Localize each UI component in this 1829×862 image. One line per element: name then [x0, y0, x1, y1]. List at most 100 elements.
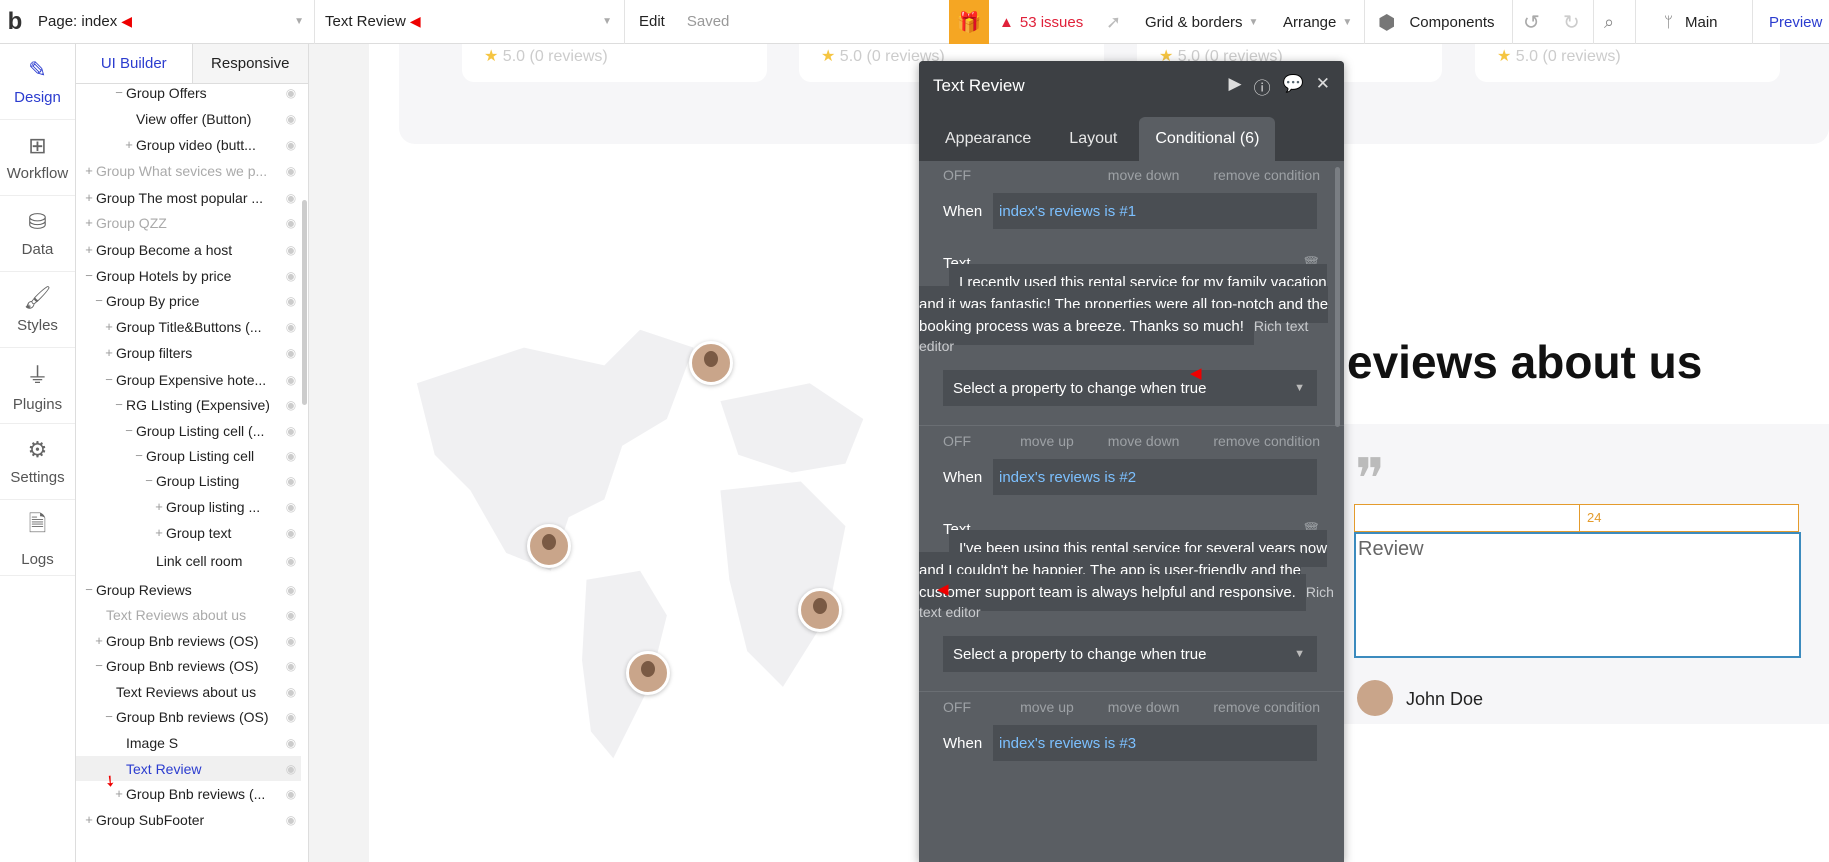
collapse-icon[interactable]: − [114, 85, 124, 100]
play-icon[interactable]: ▶ [1229, 74, 1242, 99]
tree-row[interactable]: − Group Listing ◉ [76, 468, 301, 493]
collapse-icon[interactable]: − [94, 293, 104, 308]
tree-row[interactable]: Text Reviews about us ◉ [76, 679, 301, 704]
eye-icon[interactable]: ◉ [281, 659, 301, 673]
nav-design[interactable]: ✎ Design [0, 44, 75, 120]
condition-toggle[interactable]: OFF [943, 433, 971, 449]
tree-row[interactable]: + Group video (butt... ◉ [76, 132, 301, 157]
tab-layout[interactable]: Layout [1053, 117, 1133, 161]
tree-row[interactable]: + Group Become a host ◉ [76, 237, 301, 262]
image-s-element[interactable]: 24 [1354, 504, 1799, 532]
tree-row[interactable]: + Group listing ... ◉ [76, 494, 301, 519]
expand-icon[interactable]: + [84, 215, 94, 230]
comment-icon[interactable]: 💬 [1283, 74, 1304, 99]
element-selector[interactable]: Text Review ◀ ▼ [315, 0, 625, 44]
expand-icon[interactable]: + [104, 319, 114, 334]
collapse-icon[interactable]: − [94, 658, 104, 673]
nav-plugins[interactable]: ⏚ Plugins [0, 348, 75, 424]
condition-toggle[interactable]: OFF [943, 167, 971, 183]
eye-icon[interactable]: ◉ [281, 583, 301, 597]
eye-icon[interactable]: ◉ [281, 736, 301, 750]
eye-icon[interactable]: ◉ [281, 449, 301, 463]
property-editor-header[interactable]: Text Review ▶ ⓘ 💬 ✕ [919, 61, 1344, 111]
eye-icon[interactable]: ◉ [281, 138, 301, 152]
search-icon[interactable]: ⌕ [1604, 0, 1614, 44]
tree-row[interactable]: + Group SubFooter ◉ [76, 807, 301, 832]
info-icon[interactable]: ⓘ [1254, 74, 1271, 99]
eye-icon[interactable]: ◉ [281, 685, 301, 699]
tab-responsive[interactable]: Responsive [192, 44, 308, 83]
nav-settings[interactable]: ⚙ Settings [0, 424, 75, 500]
tree-row[interactable]: + Group The most popular ... ◉ [76, 185, 301, 210]
eye-icon[interactable]: ◉ [281, 634, 301, 648]
eye-icon[interactable]: ◉ [281, 320, 301, 334]
nav-logs[interactable]: 🗎 Logs [0, 500, 75, 576]
collapse-icon[interactable]: − [124, 423, 134, 438]
tree-row[interactable]: + Group Title&Buttons (... ◉ [76, 314, 301, 339]
eye-icon[interactable]: ◉ [281, 474, 301, 488]
eye-icon[interactable]: ◉ [281, 762, 301, 776]
tab-appearance[interactable]: Appearance [929, 117, 1047, 161]
property-select-dropdown[interactable]: Select a property to change when true ▼ [943, 636, 1317, 672]
expand-icon[interactable]: + [124, 137, 134, 152]
eye-icon[interactable]: ◉ [281, 500, 301, 514]
tree-row[interactable]: − Group By price ◉ [76, 288, 301, 313]
move-down-button[interactable]: move down [1108, 167, 1180, 183]
nav-workflow[interactable]: ⊞ Workflow [0, 120, 75, 196]
tree-row[interactable]: + Group What sevices we p... ◉ [76, 158, 301, 183]
collapse-icon[interactable]: − [84, 268, 94, 283]
tree-row[interactable]: View offer (Button) ◉ [76, 106, 301, 131]
eye-icon[interactable]: ◉ [281, 164, 301, 178]
preview-button[interactable]: Preview [1769, 0, 1822, 44]
collapse-icon[interactable]: − [104, 709, 114, 724]
tree-row[interactable]: − Group Bnb reviews (OS) ◉ [76, 704, 301, 729]
expand-icon[interactable]: + [114, 786, 124, 801]
tab-ui-builder[interactable]: UI Builder [76, 44, 193, 83]
remove-condition-button[interactable]: remove condition [1213, 699, 1320, 715]
remove-condition-button[interactable]: remove condition [1213, 433, 1320, 449]
arrange-menu[interactable]: Arrange ▼ [1283, 0, 1352, 44]
tree-row[interactable]: − Group Reviews ◉ [76, 577, 301, 602]
eye-icon[interactable]: ◉ [281, 710, 301, 724]
eye-icon[interactable]: ◉ [281, 554, 301, 568]
undo-icon[interactable]: ↺ [1523, 0, 1540, 44]
tree-row[interactable]: + Group QZZ ◉ [76, 210, 301, 235]
eye-icon[interactable]: ◉ [281, 216, 301, 230]
tree-row[interactable]: + Group text ◉ [76, 520, 301, 545]
expand-icon[interactable]: + [104, 345, 114, 360]
move-down-button[interactable]: move down [1108, 433, 1180, 449]
expand-icon[interactable]: + [84, 812, 94, 827]
eye-icon[interactable]: ◉ [281, 112, 301, 126]
condition-expression[interactable]: index's reviews is #2 [993, 459, 1317, 495]
tree-row[interactable]: − Group Bnb reviews (OS) ◉ [76, 653, 301, 678]
tree-scrollbar[interactable] [302, 200, 307, 405]
nav-styles[interactable]: 🖌 Styles [0, 272, 75, 348]
tree-row[interactable]: − Group Expensive hote... ◉ [76, 367, 301, 392]
gift-icon[interactable]: 🎁 [949, 0, 989, 44]
eye-icon[interactable]: ◉ [281, 373, 301, 387]
eye-icon[interactable]: ◉ [281, 813, 301, 827]
eye-icon[interactable]: ◉ [281, 526, 301, 540]
collapse-icon[interactable]: − [144, 473, 154, 488]
collapse-icon[interactable]: − [134, 448, 144, 463]
tree-row[interactable]: Text Reviews about us ◉ [76, 602, 301, 627]
move-down-button[interactable]: move down [1108, 699, 1180, 715]
eye-icon[interactable]: ◉ [281, 787, 301, 801]
tree-row[interactable]: + Group Bnb reviews (OS) ◉ [76, 628, 301, 653]
eye-icon[interactable]: ◉ [281, 191, 301, 205]
eye-icon[interactable]: ◉ [281, 424, 301, 438]
expand-icon[interactable]: + [84, 242, 94, 257]
expand-icon[interactable]: + [84, 190, 94, 205]
expand-icon[interactable]: + [84, 163, 94, 178]
eye-icon[interactable]: ◉ [281, 608, 301, 622]
components-button[interactable]: ⬢ Components [1378, 0, 1495, 44]
eye-icon[interactable]: ◉ [281, 346, 301, 360]
move-up-button[interactable]: move up [1020, 433, 1074, 449]
nav-data[interactable]: ⛁ Data [0, 196, 75, 272]
eye-icon[interactable]: ◉ [281, 269, 301, 283]
eye-icon[interactable]: ◉ [281, 86, 301, 100]
tree-row[interactable]: − Group Listing cell (... ◉ [76, 418, 301, 443]
tree-row[interactable]: − Group Offers ◉ [76, 80, 301, 105]
tree-row[interactable]: Image S ◉ [76, 730, 301, 755]
eye-icon[interactable]: ◉ [281, 243, 301, 257]
